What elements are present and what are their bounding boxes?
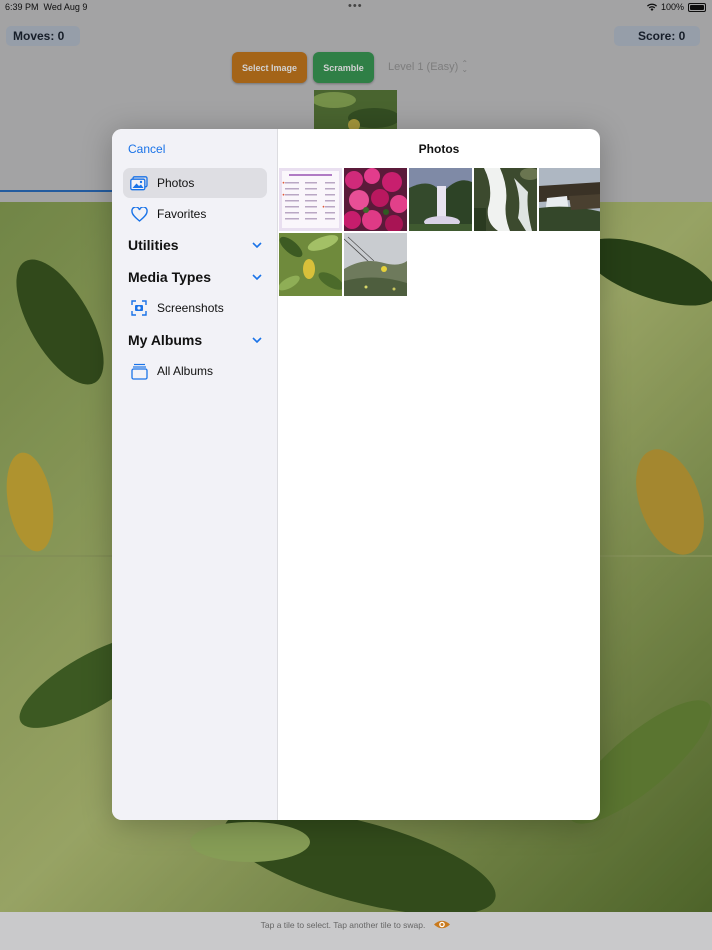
sidebar-item-label: Photos xyxy=(157,176,195,190)
photo-thumbnail-document[interactable] xyxy=(279,168,342,231)
score-counter: Score: 0 xyxy=(614,26,700,46)
level-selector[interactable]: Level 1 (Easy) ⌃ ⌄ xyxy=(388,59,469,74)
status-right: 100% xyxy=(646,2,706,12)
updown-chevron-icon: ⌃ ⌄ xyxy=(461,59,469,74)
section-utilities[interactable]: Utilities xyxy=(128,237,262,253)
photo-thumbnail-pink-flowers[interactable] xyxy=(344,168,407,231)
section-label: My Albums xyxy=(128,332,203,348)
sidebar-item-photos[interactable]: Photos xyxy=(123,168,267,198)
status-bar: 6:39 PM Wed Aug 9 ••• 100% xyxy=(0,0,712,16)
level-label: Level 1 (Easy) xyxy=(388,61,459,73)
photo-thumbnail-cascade[interactable] xyxy=(474,168,537,231)
moves-counter: Moves: 0 xyxy=(6,26,80,46)
hint-text: Tap a tile to select. Tap another tile t… xyxy=(260,919,426,930)
chevron-down-icon xyxy=(252,242,262,248)
wifi-icon xyxy=(646,3,657,11)
sidebar-item-favorites[interactable]: Favorites xyxy=(123,199,267,229)
eye-icon[interactable] xyxy=(433,919,451,930)
heart-icon xyxy=(130,205,148,223)
select-image-button[interactable]: Select Image xyxy=(232,52,307,83)
photos-icon xyxy=(130,174,148,192)
picker-sidebar: Cancel Photos Favorites Utilities Media … xyxy=(112,129,278,820)
albums-icon xyxy=(130,362,148,380)
sidebar-item-label: All Albums xyxy=(157,364,214,378)
photo-grid xyxy=(279,168,600,296)
sidebar-item-label: Screenshots xyxy=(157,301,224,315)
sidebar-item-label: Favorites xyxy=(157,207,207,221)
photo-thumbnail-leaves[interactable] xyxy=(279,233,342,296)
status-time: 6:39 PM Wed Aug 9 xyxy=(5,2,88,12)
hint-row: Tap a tile to select. Tap another tile t… xyxy=(0,919,712,930)
bottom-bar xyxy=(0,912,712,950)
picker-title: Photos xyxy=(418,142,460,156)
cancel-button[interactable]: Cancel xyxy=(128,142,165,156)
photo-thumbnail-waterfall[interactable] xyxy=(409,168,472,231)
picker-content: Photos xyxy=(278,129,600,820)
battery-percent: 100% xyxy=(660,2,684,12)
progress-line xyxy=(0,190,112,192)
sidebar-item-screenshots[interactable]: Screenshots xyxy=(123,293,267,323)
scramble-button[interactable]: Scramble xyxy=(313,52,374,83)
screenshot-icon xyxy=(130,299,148,317)
chevron-down-icon xyxy=(252,274,262,280)
sidebar-item-all-albums[interactable]: All Albums xyxy=(123,356,267,386)
section-label: Media Types xyxy=(128,269,211,285)
section-label: Utilities xyxy=(128,237,179,253)
photo-picker-modal: Cancel Photos Favorites Utilities Media … xyxy=(112,129,600,820)
section-media-types[interactable]: Media Types xyxy=(128,269,262,285)
chevron-down-icon xyxy=(252,337,262,343)
photo-thumbnail-hillside[interactable] xyxy=(344,233,407,296)
multitasking-dots[interactable]: ••• xyxy=(348,0,363,12)
battery-icon xyxy=(688,2,706,12)
image-preview xyxy=(314,90,397,130)
section-my-albums[interactable]: My Albums xyxy=(128,332,262,348)
photo-thumbnail-cliff-waterfall[interactable] xyxy=(539,168,600,231)
